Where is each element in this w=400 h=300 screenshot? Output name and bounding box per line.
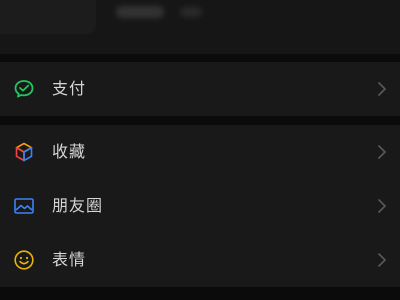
favorites-cube-icon [13,141,35,163]
avatar[interactable] [0,0,96,34]
profile-name-blurred [116,6,164,18]
menu-item-stickers[interactable]: 表情 [0,233,400,287]
menu-item-favorites[interactable]: 收藏 [0,125,400,179]
menu-item-moments[interactable]: 朋友圈 [0,179,400,233]
chevron-right-icon [376,142,388,162]
menu-item-label: 表情 [52,250,87,269]
menu-item-label: 朋友圈 [52,196,104,215]
chevron-right-icon [376,196,388,216]
wechat-pay-icon [13,78,35,100]
menu-item-label: 收藏 [52,142,87,161]
bottom-gap [0,290,400,300]
me-screen: 支付 收藏 朋友圈 表情 [0,0,400,300]
profile-header[interactable] [0,0,400,54]
moments-image-icon [13,195,35,217]
sticker-smiley-icon [13,249,35,271]
menu-item-pay[interactable]: 支付 [0,62,400,116]
chevron-right-icon [376,79,388,99]
chevron-right-icon [376,250,388,270]
profile-id-blurred [180,7,202,17]
menu-item-label: 支付 [52,79,87,98]
